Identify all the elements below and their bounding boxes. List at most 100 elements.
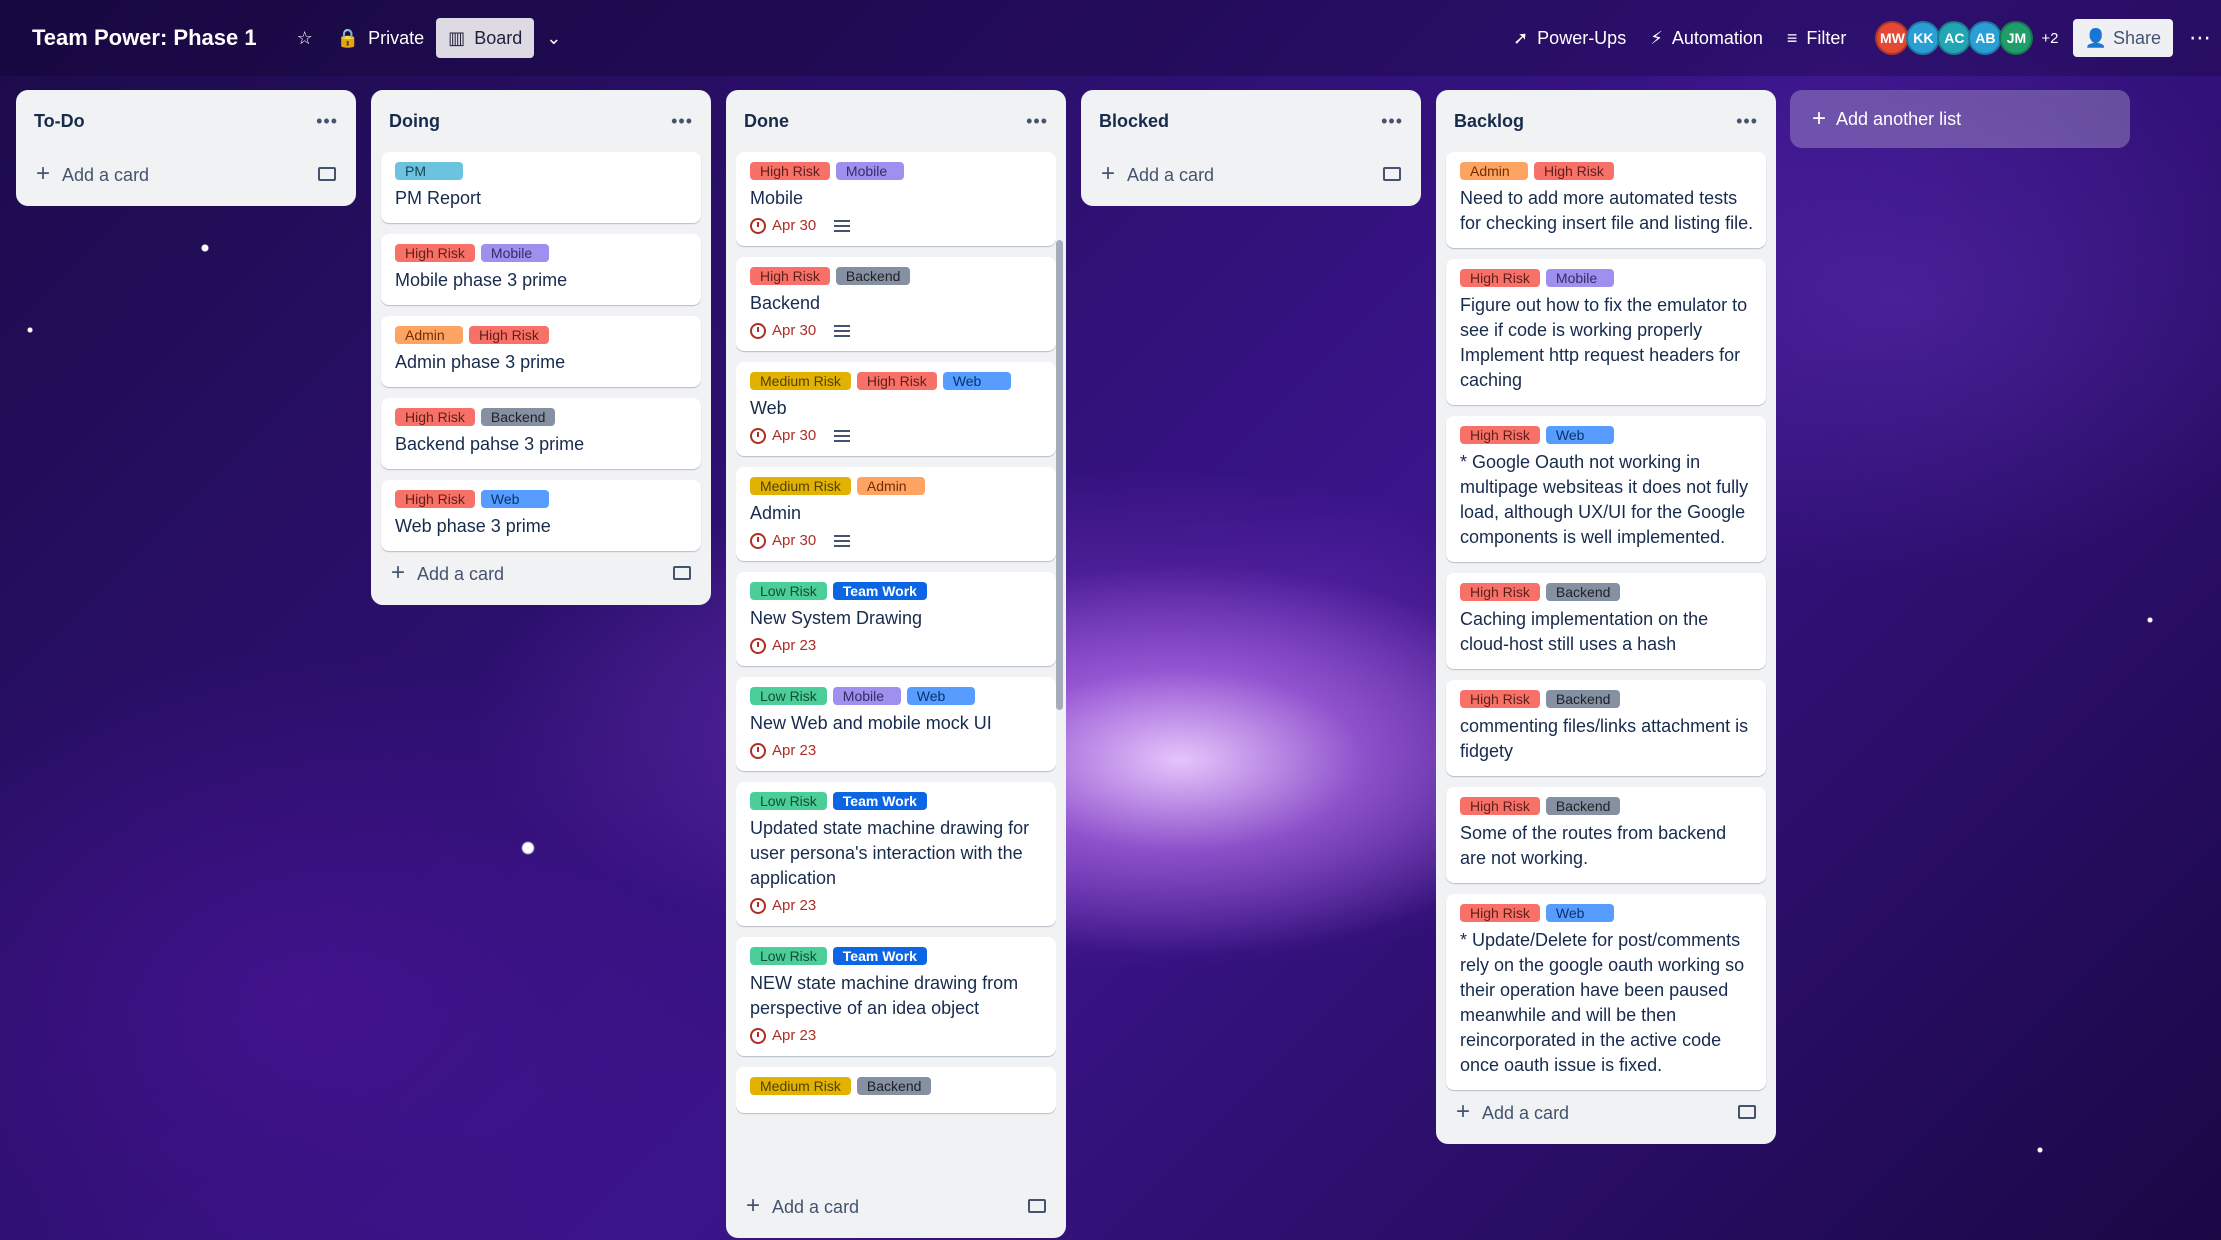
board-menu-icon[interactable]: ⋯	[2189, 25, 2211, 51]
card[interactable]: High Risk Mobile Figure out how to fix the…	[1446, 259, 1766, 405]
list-menu-icon[interactable]: •••	[1026, 111, 1048, 132]
due-date-badge[interactable]: Apr 30	[750, 217, 816, 234]
due-date-badge[interactable]: Apr 23	[750, 1027, 816, 1044]
add-card-action[interactable]: + Add a card	[1101, 160, 1214, 188]
list-menu-icon[interactable]: •••	[671, 111, 693, 132]
more-members-count[interactable]: +2	[2041, 30, 2058, 47]
card-template-icon[interactable]	[1738, 1105, 1756, 1119]
view-switcher-button[interactable]: ⌄	[534, 18, 573, 58]
list-menu-icon[interactable]: •••	[1736, 111, 1758, 132]
card-label[interactable]: Medium Risk	[750, 477, 851, 495]
member-avatar[interactable]: MW	[1875, 21, 1910, 55]
member-avatar[interactable]: JM	[1999, 21, 2034, 55]
card-label[interactable]: High Risk	[1460, 797, 1540, 815]
add-card-button[interactable]: + Add a card	[381, 551, 701, 595]
board-title[interactable]: Team Power: Phase 1	[32, 25, 257, 51]
card-template-icon[interactable]	[1383, 167, 1401, 181]
card-label[interactable]: Backend	[856, 1077, 932, 1095]
card-label[interactable]: Backend	[1545, 583, 1621, 601]
card[interactable]: High Risk Backend Backend Apr 30	[736, 257, 1056, 351]
card-label[interactable]: High Risk	[395, 244, 475, 262]
card-label[interactable]: High Risk	[1460, 426, 1540, 444]
powerups-button[interactable]: ➚ Power-Ups	[1501, 18, 1638, 58]
add-card-button[interactable]: + Add a card	[1091, 152, 1411, 196]
card-template-icon[interactable]	[1028, 1199, 1046, 1213]
automation-button[interactable]: ⚡ Automation	[1638, 18, 1775, 58]
card-label[interactable]: Low Risk	[750, 582, 827, 600]
add-card-button[interactable]: + Add a card	[26, 152, 346, 196]
due-date-badge[interactable]: Apr 30	[750, 532, 816, 549]
card-label[interactable]: Medium Risk	[750, 1077, 851, 1095]
add-card-action[interactable]: + Add a card	[746, 1192, 859, 1220]
list-title[interactable]: Doing	[389, 111, 440, 132]
card[interactable]: Medium Risk Admin Admin Apr 30	[736, 467, 1056, 561]
star-button[interactable]: ☆	[285, 18, 325, 58]
card-label[interactable]: Web	[1545, 904, 1614, 922]
card-label[interactable]: Web	[1545, 426, 1614, 444]
card-label[interactable]: High Risk	[750, 162, 830, 180]
add-card-action[interactable]: + Add a card	[391, 559, 504, 587]
list-title[interactable]: To-Do	[34, 111, 85, 132]
card[interactable]: High Risk Backend commenting files/links a…	[1446, 680, 1766, 776]
card[interactable]: High Risk Web * Update/Delete for post/com…	[1446, 894, 1766, 1090]
card[interactable]: High Risk Mobile Mobile phase 3 prime	[381, 234, 701, 305]
visibility-button[interactable]: 🔒 Private	[325, 18, 436, 58]
card-label[interactable]: Mobile	[835, 162, 904, 180]
card-label[interactable]: Medium Risk	[750, 372, 851, 390]
card-label[interactable]: Mobile	[832, 687, 901, 705]
card[interactable]: Low Risk Team Work Updated state machine d…	[736, 782, 1056, 926]
card-label[interactable]: High Risk	[1460, 690, 1540, 708]
card-template-icon[interactable]	[318, 167, 336, 181]
card-label[interactable]: Low Risk	[750, 792, 827, 810]
card-label[interactable]: High Risk	[395, 490, 475, 508]
add-card-action[interactable]: + Add a card	[36, 160, 149, 188]
card-label[interactable]: Team Work	[832, 947, 927, 965]
card-label[interactable]: High Risk	[469, 326, 549, 344]
card-label[interactable]: Team Work	[832, 792, 927, 810]
card-label[interactable]: High Risk	[1534, 162, 1614, 180]
card[interactable]: Low Risk Mobile Web New Web and mobile mock…	[736, 677, 1056, 771]
add-list-button[interactable]: + Add another list	[1790, 90, 2130, 148]
card[interactable]: Medium Risk Backend	[736, 1067, 1056, 1113]
card-label[interactable]: Backend	[1545, 797, 1621, 815]
share-button[interactable]: 👤 Share	[2072, 19, 2173, 57]
due-date-badge[interactable]: Apr 23	[750, 742, 816, 759]
card-label[interactable]: Backend	[835, 267, 911, 285]
card-label[interactable]: Mobile	[480, 244, 549, 262]
card-label[interactable]: Admin	[1460, 162, 1528, 180]
member-avatar[interactable]: AB	[1968, 21, 2003, 55]
card[interactable]: High Risk Web * Google Oauth not working i…	[1446, 416, 1766, 562]
card-label[interactable]: Backend	[1545, 690, 1621, 708]
card-label[interactable]: High Risk	[750, 267, 830, 285]
due-date-badge[interactable]: Apr 23	[750, 897, 816, 914]
card[interactable]: High Risk Backend Some of the routes from …	[1446, 787, 1766, 883]
card-label[interactable]: High Risk	[1460, 904, 1540, 922]
card[interactable]: Admin High Risk Admin phase 3 prime	[381, 316, 701, 387]
card[interactable]: Medium Risk High Risk Web Web Apr 30	[736, 362, 1056, 456]
member-avatar[interactable]: AC	[1937, 21, 1972, 55]
card-label[interactable]: Mobile	[1545, 269, 1614, 287]
card-label[interactable]: Low Risk	[750, 687, 827, 705]
card[interactable]: High Risk Backend Backend pahse 3 prime	[381, 398, 701, 469]
card-label[interactable]: Web	[906, 687, 975, 705]
list-menu-icon[interactable]: •••	[1381, 111, 1403, 132]
card-label[interactable]: High Risk	[1460, 583, 1540, 601]
card-label[interactable]: Admin	[395, 326, 463, 344]
list-menu-icon[interactable]: •••	[316, 111, 338, 132]
card-label[interactable]: High Risk	[1460, 269, 1540, 287]
card-label[interactable]: Backend	[480, 408, 556, 426]
add-card-button[interactable]: + Add a card	[1446, 1090, 1766, 1134]
list-scrollbar[interactable]	[1056, 240, 1063, 710]
list-title[interactable]: Backlog	[1454, 111, 1524, 132]
list-title[interactable]: Blocked	[1099, 111, 1169, 132]
card[interactable]: Low Risk Team Work NEW state machine drawi…	[736, 937, 1056, 1056]
card[interactable]: High Risk Web Web phase 3 prime	[381, 480, 701, 551]
board-view-button[interactable]: ▥ Board	[436, 18, 535, 58]
due-date-badge[interactable]: Apr 30	[750, 427, 816, 444]
card-label[interactable]: High Risk	[856, 372, 937, 390]
card-label[interactable]: PM	[395, 162, 463, 180]
card[interactable]: Low Risk Team Work New System Drawing Apr 2…	[736, 572, 1056, 666]
card-label[interactable]: Low Risk	[750, 947, 827, 965]
filter-button[interactable]: ≡ Filter	[1775, 18, 1859, 58]
card-label[interactable]: Team Work	[832, 582, 927, 600]
